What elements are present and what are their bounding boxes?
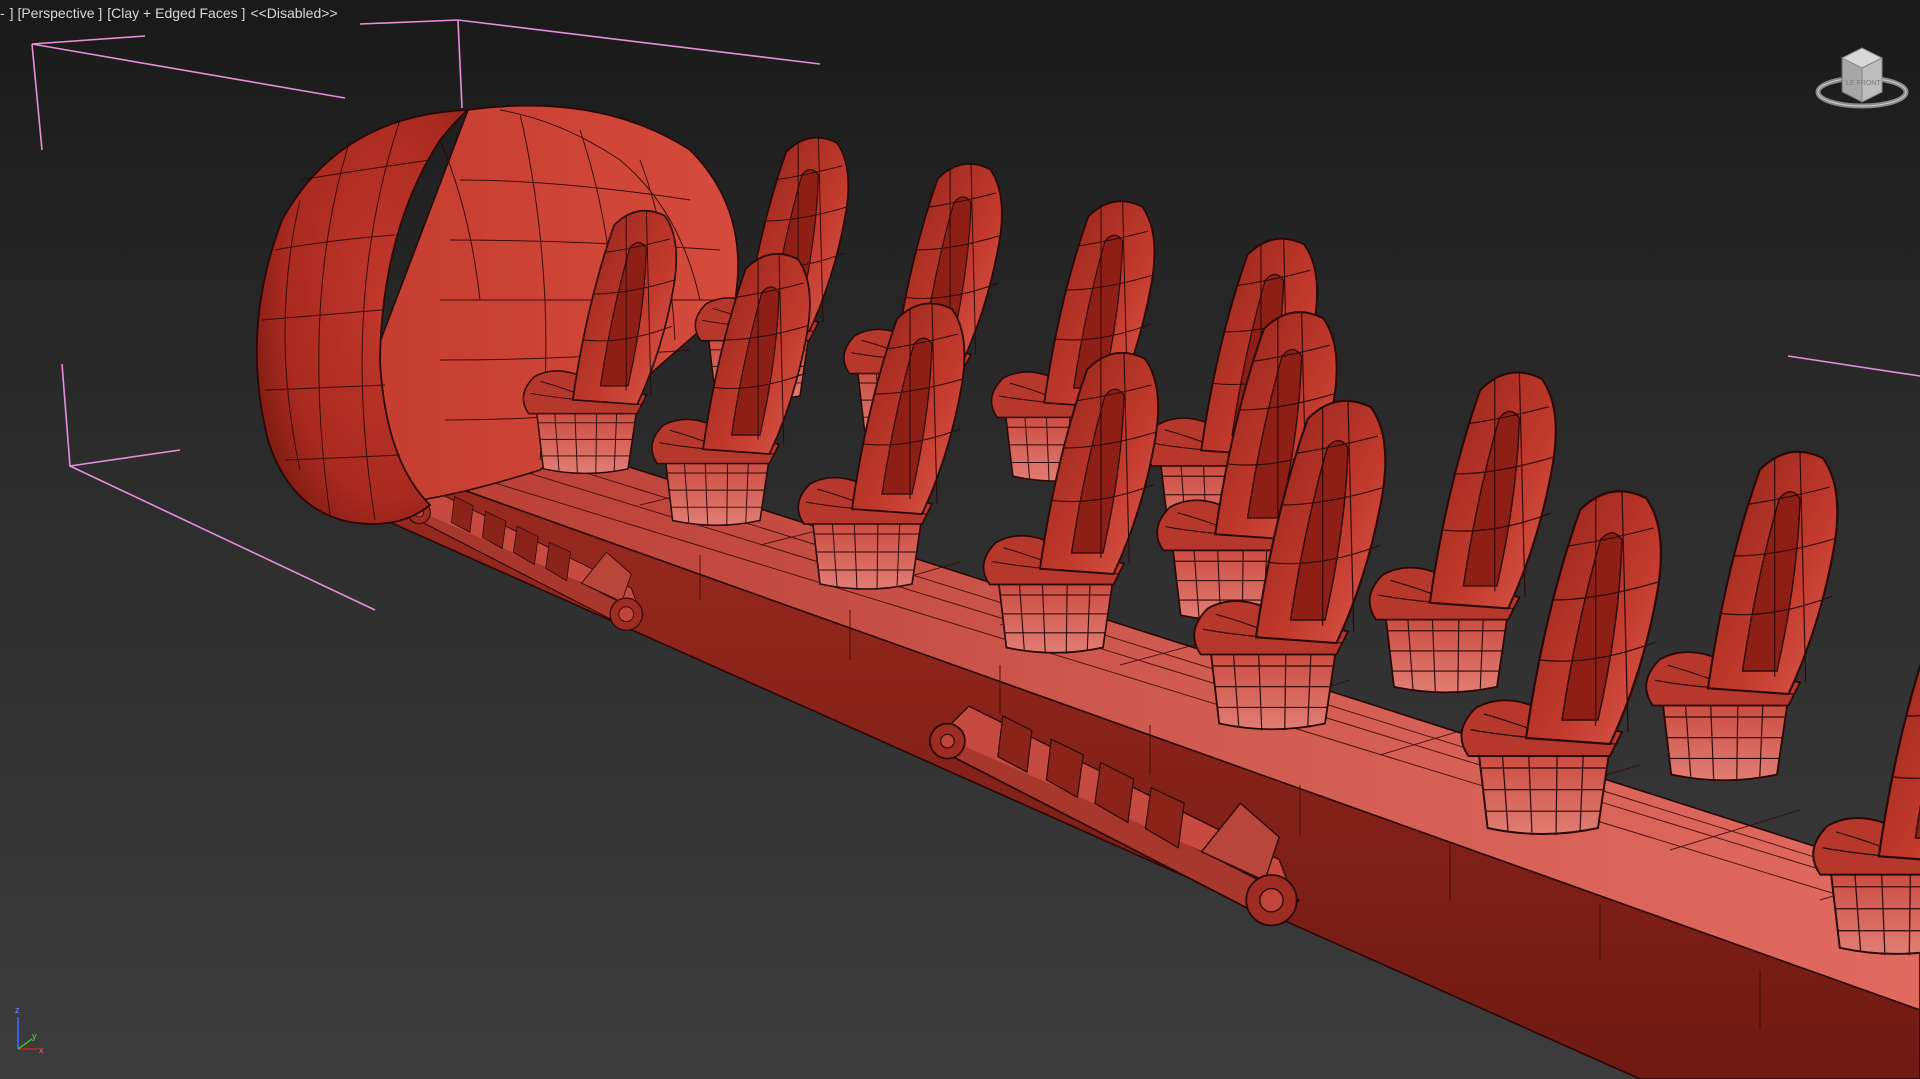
z-axis-label: z bbox=[15, 1005, 20, 1015]
viewcube-face-label: LE FRONT bbox=[1846, 80, 1881, 87]
axis-tripod-icon: z x y bbox=[15, 1005, 44, 1055]
x-axis-label: x bbox=[39, 1045, 44, 1055]
y-axis-label: y bbox=[32, 1031, 37, 1041]
viewport-general-menu[interactable]: - bbox=[0, 5, 5, 21]
viewport-label-menu[interactable]: -] [Perspective ] [Clay + Edged Faces ] <<… bbox=[0, 4, 343, 22]
perspective-viewport[interactable]: -] [Perspective ] [Clay + Edged Faces ] <<… bbox=[0, 0, 1920, 1079]
seat bbox=[1645, 450, 1839, 783]
viewport-shading-menu[interactable]: [Clay + Edged Faces ] bbox=[107, 5, 245, 21]
seat bbox=[1368, 371, 1557, 695]
viewcube-navigation-icon[interactable]: LE FRONT bbox=[1810, 40, 1914, 120]
viewport-disabled-status[interactable]: <<Disabled>> bbox=[250, 5, 337, 21]
3d-scene-canvas[interactable] bbox=[0, 0, 1920, 1079]
viewport-point-of-view-menu[interactable]: ] [Perspective ] bbox=[10, 5, 103, 21]
